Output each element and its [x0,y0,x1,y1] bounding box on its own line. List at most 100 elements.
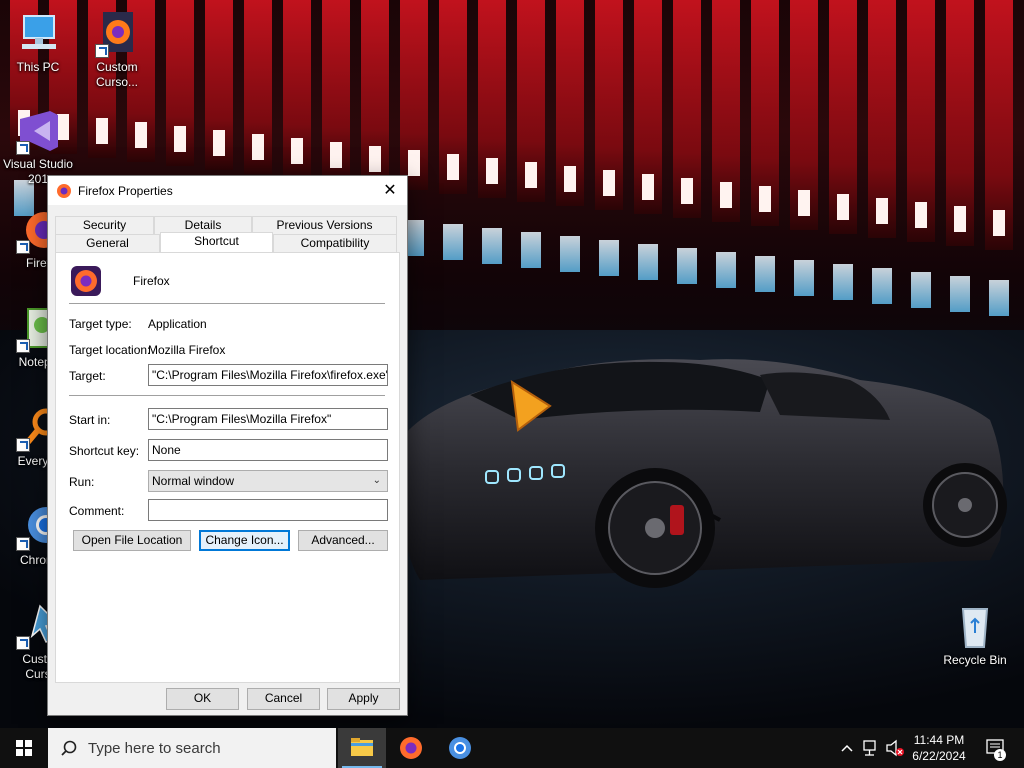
close-icon: ✕ [383,182,397,199]
shortcut-arrow-icon [16,339,30,353]
wallpaper-light [954,206,966,232]
network-icon [863,740,876,756]
run-select-value: Normal window [152,474,235,488]
close-button[interactable]: ✕ [373,176,407,205]
target-location-label: Target location: [69,343,151,357]
target-field[interactable]: "C:\Program Files\Mozilla Firefox\firefo… [148,364,388,386]
notification-center-button[interactable]: 1 [982,728,1010,768]
comment-field[interactable] [148,499,388,521]
wallpaper-light [642,174,654,200]
wallpaper-blue-light [716,252,736,288]
open-file-location-button[interactable]: Open File Location [73,530,191,551]
wallpaper-light [96,118,108,144]
shortcut-arrow-icon [16,537,30,551]
taskbar-file-explorer[interactable] [338,728,386,768]
chevron-up-icon [841,744,853,752]
wallpaper-blue-light [794,260,814,296]
network-button[interactable] [860,728,882,768]
wallpaper-light [291,138,303,164]
shortcut-arrow-icon [16,636,30,650]
wallpaper-blue-light [521,232,541,268]
wallpaper-light [915,202,927,228]
chevron-down-icon: ⌄ [372,475,381,486]
wallpaper-light [564,166,576,192]
wallpaper-light [135,122,147,148]
wallpaper-blue-light [872,268,892,304]
clock-time: 11:44 PM [913,733,965,747]
shortcut-arrow-icon [95,44,109,58]
run-select[interactable]: Normal window ⌄ [148,470,388,492]
firefox-icon [93,10,141,58]
notification-count-badge: 1 [997,750,1003,760]
firefox-icon [400,737,422,759]
clock-date: 6/22/2024 [912,749,966,763]
divider [69,303,385,304]
target-type-label: Target type: [69,317,132,331]
tab-shortcut[interactable]: Shortcut [160,232,273,252]
dialog-titlebar[interactable]: Firefox Properties ✕ [48,176,407,205]
firefox-icon [71,266,101,296]
apply-button[interactable]: Apply [327,688,400,710]
shortcut-arrow-icon [16,141,30,155]
desktop-icon-recycle-bin[interactable]: Recycle Bin [937,603,1013,668]
target-type-value: Application [148,317,207,331]
start-in-label: Start in: [69,413,111,427]
cancel-button[interactable]: Cancel [247,688,320,710]
wallpaper-blue-light [989,280,1009,316]
wallpaper-light [447,154,459,180]
computer-icon [14,10,62,58]
wallpaper-light [174,126,186,152]
taskbar-firefox[interactable] [387,728,435,768]
search-placeholder: Type here to search [88,739,221,757]
tab-strip: Security Details Previous Versions Gener… [55,216,400,254]
desktop-icon-label: Custom Curso... [95,60,138,89]
clock[interactable]: 11:44 PM 6/22/2024 [898,732,980,764]
wallpaper-light [486,158,498,184]
desktop-icon-label: This PC [16,60,60,74]
tab-previous-versions[interactable]: Previous Versions [252,216,397,235]
shortcut-arrow-icon [16,240,30,254]
taskbar-search-box[interactable]: Type here to search [48,728,336,768]
advanced-button[interactable]: Advanced... [298,530,388,551]
tab-security[interactable]: Security [55,216,154,235]
wallpaper-blue-light [677,248,697,284]
wallpaper-blue-light [833,264,853,300]
wallpaper-blue-light [638,244,658,280]
wallpaper-blue-light [443,224,463,260]
wallpaper-blue-light [482,228,502,264]
ok-button[interactable]: OK [166,688,239,710]
dialog-title: Firefox Properties [78,183,173,198]
windows-logo-icon [16,740,32,756]
taskbar-chrome[interactable] [436,728,484,768]
wallpaper-light [720,182,732,208]
wallpaper-blue-light [560,236,580,272]
desktop-icon-label: Recycle Bin [943,653,1007,667]
wallpaper-light [213,130,225,156]
properties-dialog: Firefox Properties ✕ Security Details Pr… [47,175,408,716]
desktop-icon-custom-cursor[interactable]: Custom Curso... [79,10,155,90]
wallpaper-light [603,170,615,196]
shortcut-key-field[interactable]: None [148,439,388,461]
chrome-icon [449,737,471,759]
wallpaper-light [798,190,810,216]
wallpaper-light [252,134,264,160]
divider [69,395,385,396]
tab-general[interactable]: General [55,234,160,253]
recycle-bin-icon [951,603,999,651]
wallpaper-light [759,186,771,212]
wallpaper-blue-light [599,240,619,276]
wallpaper-light [369,146,381,172]
wallpaper-light [330,142,342,168]
start-button[interactable] [0,728,48,768]
desktop-icon-this-pc[interactable]: This PC [0,10,76,75]
wallpaper-light [837,194,849,220]
target-location-value: Mozilla Firefox [148,343,226,357]
show-hidden-icons-button[interactable] [836,728,858,768]
tab-compatibility[interactable]: Compatibility [273,234,397,253]
change-icon-button[interactable]: Change Icon... [199,530,290,551]
target-label: Target: [69,369,106,383]
taskbar: Type here to search 11:44 PM 6/22/2024 1 [0,728,1024,768]
visual-studio-icon [14,107,62,155]
comment-label: Comment: [69,504,125,518]
start-in-field[interactable]: "C:\Program Files\Mozilla Firefox" [148,408,388,430]
